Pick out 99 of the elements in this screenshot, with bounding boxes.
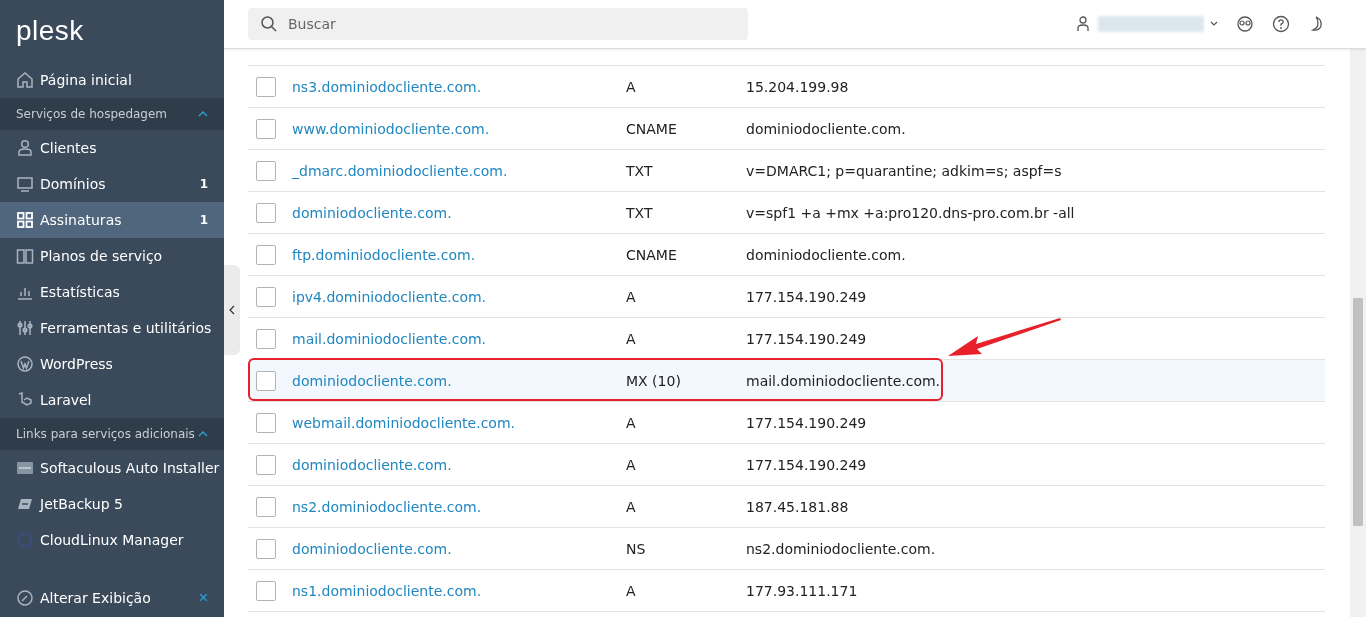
search-field[interactable]: Buscar [248, 8, 748, 40]
table-row[interactable]: dominiodocliente.com. A 177.154.190.249 [248, 444, 1325, 486]
row-checkbox[interactable] [256, 118, 276, 139]
record-value: 177.154.190.249 [746, 330, 867, 347]
record-type: TXT [626, 162, 654, 179]
table-row[interactable]: dominiodocliente.com. NS ns2.dominiodocliente.com. [248, 528, 1325, 570]
record-type: NS [626, 540, 647, 557]
host-link[interactable]: ns2.dominiodocliente.com. [292, 498, 626, 515]
table-row[interactable]: ns2.dominiodocliente.com. A 187.45.181.88 [248, 486, 1325, 528]
record-type: CNAME [626, 120, 678, 137]
sidebar-item[interactable]: Ferramentas e utilitários [0, 310, 224, 346]
sidebar-item[interactable]: CloudLinux Manager [0, 522, 224, 558]
host-link[interactable]: ns1.dominiodocliente.com. [292, 582, 626, 599]
count-label: 1 [199, 213, 208, 227]
search-icon [260, 15, 278, 33]
record-value: v=DMARC1; p=quarantine; adkim=s; aspf=s [746, 162, 1062, 179]
table-row[interactable]: ftp.dominiodocliente.com. CNAME dominiodocliente.com. [248, 234, 1325, 276]
record-type: CNAME [626, 246, 678, 263]
record-value: dominiodocliente.com. [746, 246, 906, 263]
row-checkbox[interactable] [256, 244, 276, 265]
sliders-icon [16, 319, 34, 337]
record-type: A [626, 414, 637, 431]
softaculous-icon [16, 459, 34, 477]
record-type: TXT [626, 204, 654, 221]
record-type: A [626, 498, 637, 515]
chevron-left-icon [229, 304, 235, 315]
record-value: 177.154.190.249 [746, 456, 867, 473]
sidebar-item[interactable]: Laravel [0, 382, 224, 418]
host-link[interactable]: _dmarc.dominiodocliente.com. [292, 162, 626, 179]
record-value: 177.154.190.249 [746, 288, 867, 305]
record-value: 177.93.111.171 [746, 582, 858, 599]
monitor-icon [16, 175, 34, 193]
row-checkbox[interactable] [256, 454, 276, 475]
sidebar-item[interactable]: Domínios 1 [0, 166, 224, 202]
sidebar-item[interactable]: Assinaturas 1 [0, 202, 224, 238]
host-link[interactable]: ipv4.dominiodocliente.com. [292, 288, 626, 305]
row-checkbox[interactable] [256, 580, 276, 601]
record-value: 187.45.181.88 [746, 498, 849, 515]
host-link[interactable]: mail.dominiodocliente.com. [292, 330, 626, 347]
wordpress-icon [16, 355, 34, 373]
record-value: v=spf1 +a +mx +a:pro120.dns-pro.com.br -all [746, 204, 1075, 221]
account-menu[interactable] [1074, 15, 1218, 33]
scrollbar[interactable] [1350, 49, 1366, 617]
row-checkbox[interactable] [256, 286, 276, 307]
sidebar-item[interactable]: Estatísticas [0, 274, 224, 310]
host-link[interactable]: www.dominiodocliente.com. [292, 120, 626, 137]
record-type: A [626, 330, 637, 347]
section-header[interactable]: Links para serviços adicionais [0, 418, 224, 450]
row-checkbox[interactable] [256, 160, 276, 181]
host-link[interactable]: webmail.dominiodocliente.com. [292, 414, 626, 431]
host-link[interactable]: dominiodocliente.com. [292, 540, 626, 557]
record-value: 15.204.199.98 [746, 78, 849, 95]
grid-icon [16, 211, 34, 229]
row-checkbox[interactable] [256, 370, 276, 391]
record-value: dominiodocliente.com. [746, 120, 906, 137]
table-row[interactable]: ipv4.dominiodocliente.com. A 177.154.190.249 [248, 276, 1325, 318]
book-icon [16, 247, 34, 265]
sidebar-item[interactable]: Softaculous Auto Installer [0, 450, 224, 486]
row-checkbox[interactable] [256, 538, 276, 559]
host-link[interactable]: ns3.dominiodocliente.com. [292, 78, 626, 95]
count-label: 1 [199, 177, 208, 191]
record-type: A [626, 78, 637, 95]
row-checkbox[interactable] [256, 496, 276, 517]
record-type: A [626, 288, 637, 305]
table-row[interactable]: dominiodocliente.com. TXT v=spf1 +a +mx +a:pro120.dns-pro.com.br -all [248, 192, 1325, 234]
table-row[interactable]: www.dominiodocliente.com. CNAME dominiodocliente.com. [248, 108, 1325, 150]
plesk-logo[interactable]: plesk [16, 15, 84, 47]
host-link[interactable]: dominiodocliente.com. [292, 204, 626, 221]
row-checkbox[interactable] [256, 202, 276, 223]
record-value: 177.154.190.249 [746, 414, 867, 431]
table-row[interactable]: _dmarc.dominiodocliente.com. TXT v=DMARC1; p=quarantine; adkim=s; aspf=s [248, 150, 1325, 192]
table-row[interactable]: webmail.dominiodocliente.com. A 177.154.190.249 [248, 402, 1325, 444]
sidebar-item[interactable]: Planos de serviço [0, 238, 224, 274]
host-link[interactable]: dominiodocliente.com. [292, 456, 626, 473]
change-view-item[interactable]: Alterar Exibição × [0, 579, 224, 617]
record-type: MX (10) [626, 372, 682, 389]
home-icon [16, 71, 34, 89]
row-checkbox[interactable] [256, 76, 276, 97]
table-row[interactable]: ns1.dominiodocliente.com. A 177.93.111.171 [248, 570, 1325, 612]
record-value: ns2.dominiodocliente.com. [746, 540, 936, 557]
host-link[interactable]: dominiodocliente.com. [292, 372, 626, 389]
record-type: A [626, 582, 637, 599]
sidebar-item[interactable]: Clientes [0, 130, 224, 166]
compass-icon [16, 589, 34, 607]
help-icon[interactable] [1272, 15, 1290, 33]
ring-icon [16, 531, 34, 549]
section-header[interactable]: Serviços de hospedagem [0, 98, 224, 130]
row-checkbox[interactable] [256, 412, 276, 433]
table-row[interactable]: ns3.dominiodocliente.com. A 15.204.199.98 [248, 66, 1325, 108]
sidebar-item[interactable]: JetBackup 5 [0, 486, 224, 522]
user-icon [16, 139, 34, 157]
sidebar-item[interactable]: Página inicial [0, 62, 224, 98]
record-type: A [626, 456, 637, 473]
row-checkbox[interactable] [256, 328, 276, 349]
host-link[interactable]: ftp.dominiodocliente.com. [292, 246, 626, 263]
record-value: mail.dominiodocliente.com. [746, 372, 941, 389]
caret-icon [1210, 21, 1218, 27]
user-icon [1074, 15, 1092, 33]
sidebar-item[interactable]: WordPress [0, 346, 224, 382]
